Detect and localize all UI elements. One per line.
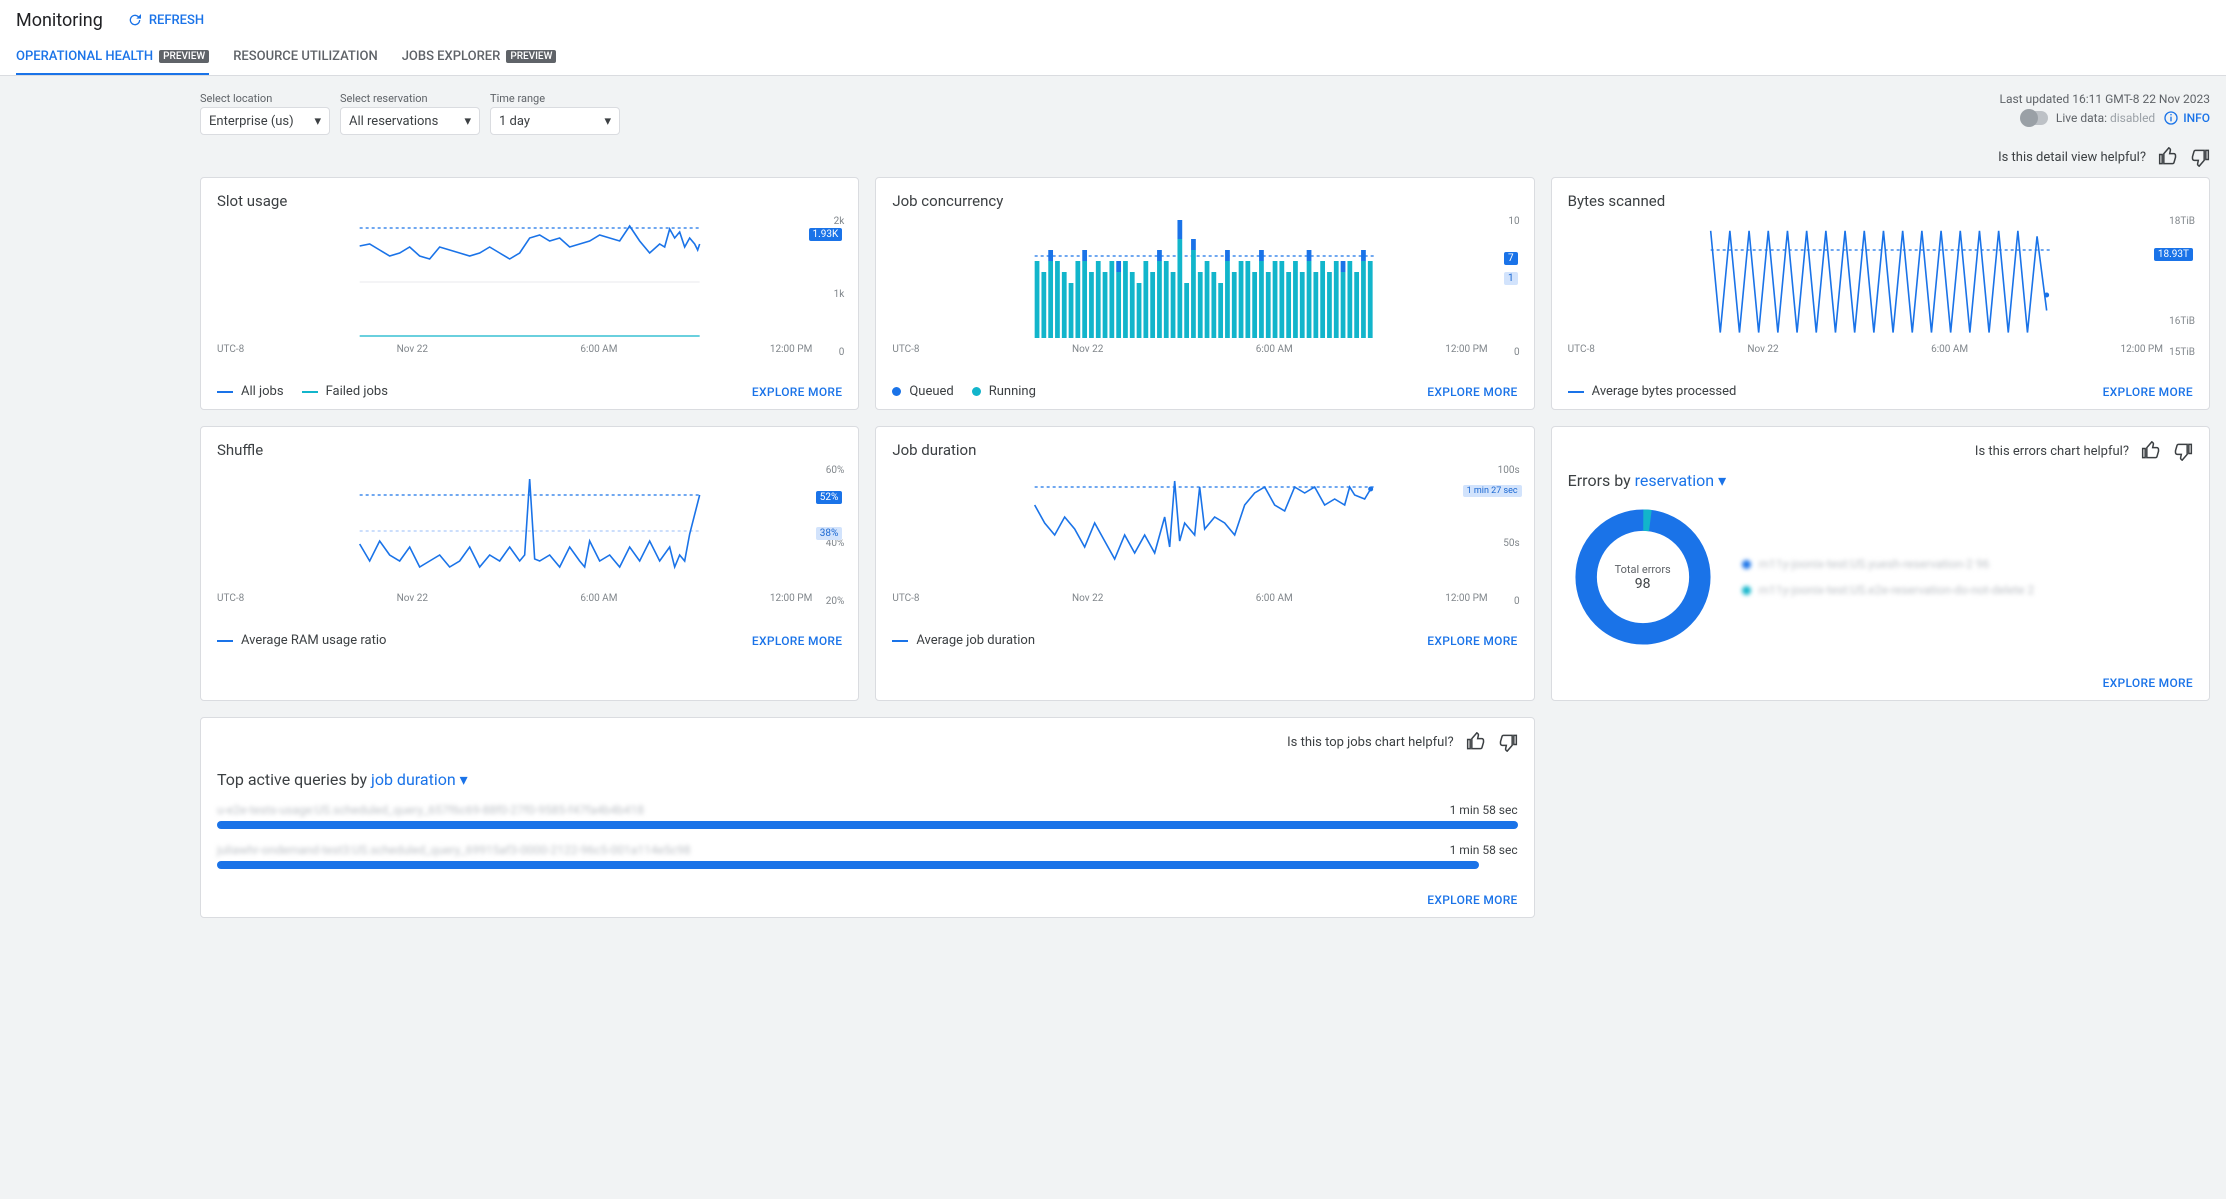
value-badge: 18.93T — [2154, 248, 2193, 261]
explore-more-link[interactable]: EXPLORE MORE — [1427, 893, 1517, 907]
value-badge: 1 — [1504, 272, 1518, 285]
value-badge: 38% — [816, 527, 843, 540]
job-duration-chart: 100s 50s 0 1 min 27 sec UTC-8 Nov 22 6:0… — [892, 469, 1517, 619]
value-badge: 52% — [816, 491, 843, 504]
card-bytes-scanned: Bytes scanned 18TiB 16TiB 15TiB 18.93T U… — [1551, 177, 2210, 410]
page-title: Monitoring — [16, 10, 103, 31]
card-top-queries: Is this top jobs chart helpful? Top acti… — [200, 717, 1535, 918]
preview-badge: PREVIEW — [159, 50, 209, 63]
value-badge: 7 — [1504, 252, 1518, 265]
feedback-question: Is this errors chart helpful? — [1975, 444, 2129, 459]
query-row[interactable]: juliawhr-ondemand-test3:US.scheduled_que… — [217, 843, 1518, 869]
chart-title: Slot usage — [217, 192, 842, 210]
refresh-button[interactable]: REFRESH — [127, 12, 204, 28]
preview-badge: PREVIEW — [506, 50, 556, 63]
value-badge: 1 min 27 sec — [1463, 485, 1522, 497]
last-updated: Last updated 16:11 GMT-8 22 Nov 2023 — [2000, 92, 2211, 106]
chevron-down-icon: ▾ — [604, 114, 611, 129]
card-shuffle: Shuffle 60% 40% 20% 52% 38% UTC-8 Nov 22… — [200, 426, 859, 701]
chevron-down-icon: ▾ — [314, 114, 321, 129]
explore-more-link[interactable]: EXPLORE MORE — [752, 634, 842, 648]
thumbs-down-icon[interactable] — [2190, 147, 2210, 167]
topq-sort-dropdown[interactable]: job duration ▾ — [371, 770, 468, 789]
info-icon — [2163, 110, 2179, 126]
tab-operational-health[interactable]: OPERATIONAL HEALTH PREVIEW — [16, 40, 209, 75]
chevron-down-icon: ▾ — [464, 114, 471, 129]
chart-title: Shuffle — [217, 441, 842, 459]
thumbs-up-icon[interactable] — [2158, 147, 2178, 167]
bytes-scanned-chart: 18TiB 16TiB 15TiB 18.93T UTC-8 Nov 22 6:… — [1568, 220, 2193, 370]
value-badge: 1.93K — [809, 228, 843, 241]
detail-feedback-row: Is this detail view helpful? — [200, 147, 2210, 167]
legend-error-item: m11y-joonix-test:US.e2e-reservation-do-n… — [1742, 583, 2035, 597]
filter-row: Select location Enterprise (us) ▾ Select… — [200, 92, 2210, 135]
progress-bar — [217, 861, 1479, 869]
legend-ram: Average RAM usage ratio — [217, 633, 386, 648]
chart-title: Job duration — [892, 441, 1517, 459]
legend-all-jobs: All jobs — [217, 384, 284, 399]
feedback-question: Is this top jobs chart helpful? — [1287, 735, 1454, 750]
query-row[interactable]: u-e2e-tests-usage:US.scheduled_query_657… — [217, 803, 1518, 829]
thumbs-up-icon[interactable] — [2141, 441, 2161, 461]
progress-bar — [217, 821, 1518, 829]
info-button[interactable]: INFO — [2163, 110, 2210, 126]
time-range-label: Time range — [490, 92, 620, 105]
reservation-label: Select reservation — [340, 92, 480, 105]
chevron-down-icon: ▾ — [1718, 471, 1726, 490]
explore-more-link[interactable]: EXPLORE MORE — [752, 385, 842, 399]
thumbs-up-icon[interactable] — [1466, 732, 1486, 752]
refresh-icon — [127, 12, 143, 28]
feedback-question: Is this detail view helpful? — [1998, 150, 2146, 165]
explore-more-link[interactable]: EXPLORE MORE — [2103, 676, 2193, 690]
tab-jobs-explorer[interactable]: JOBS EXPLORER PREVIEW — [402, 40, 557, 75]
legend-jobdur: Average job duration — [892, 633, 1035, 648]
errors-groupby-dropdown[interactable]: reservation ▾ — [1635, 471, 1726, 490]
legend-running: Running — [972, 384, 1036, 399]
job-concurrency-chart: 10 0 7 1 UTC-8 Nov 22 6:00 AM 12:00 PM — [892, 220, 1517, 370]
location-select[interactable]: Enterprise (us) ▾ — [200, 107, 330, 135]
card-job-concurrency: Job concurrency 10 0 7 1 UTC-8 Nov 22 6:… — [875, 177, 1534, 410]
errors-donut-chart: Total errors 98 — [1568, 502, 1718, 652]
card-job-duration: Job duration 100s 50s 0 1 min 27 sec UTC… — [875, 426, 1534, 701]
time-range-select[interactable]: 1 day ▾ — [490, 107, 620, 135]
refresh-label: REFRESH — [149, 13, 204, 28]
card-errors: Is this errors chart helpful? Errors by … — [1551, 426, 2210, 701]
live-data-toggle[interactable] — [2022, 111, 2048, 125]
location-label: Select location — [200, 92, 330, 105]
explore-more-link[interactable]: EXPLORE MORE — [1427, 634, 1517, 648]
legend-queued: Queued — [892, 384, 953, 399]
legend-bytes: Average bytes processed — [1568, 384, 1737, 399]
reservation-select[interactable]: All reservations ▾ — [340, 107, 480, 135]
tab-resource-utilization[interactable]: RESOURCE UTILIZATION — [233, 40, 377, 75]
card-slot-usage: Slot usage 2k 1k 0 1.93K UTC-8 Nov 22 6:… — [200, 177, 859, 410]
slot-usage-chart: 2k 1k 0 1.93K UTC-8 Nov 22 6:00 AM 12:00… — [217, 220, 842, 370]
explore-more-link[interactable]: EXPLORE MORE — [1427, 385, 1517, 399]
tabs: OPERATIONAL HEALTH PREVIEW RESOURCE UTIL… — [0, 40, 2226, 76]
shuffle-chart: 60% 40% 20% 52% 38% UTC-8 Nov 22 6:00 AM… — [217, 469, 842, 619]
chart-title: Job concurrency — [892, 192, 1517, 210]
legend-error-item: m11y-joonix-test:US.yuesh-reservation-2 … — [1742, 557, 2035, 571]
legend-failed-jobs: Failed jobs — [302, 384, 388, 399]
thumbs-down-icon[interactable] — [1498, 732, 1518, 752]
explore-more-link[interactable]: EXPLORE MORE — [2103, 385, 2193, 399]
chart-title: Bytes scanned — [1568, 192, 2193, 210]
thumbs-down-icon[interactable] — [2173, 441, 2193, 461]
page-header: Monitoring REFRESH — [0, 0, 2226, 40]
status-info: Last updated 16:11 GMT-8 22 Nov 2023 Liv… — [2000, 92, 2211, 126]
chevron-down-icon: ▾ — [460, 770, 468, 789]
